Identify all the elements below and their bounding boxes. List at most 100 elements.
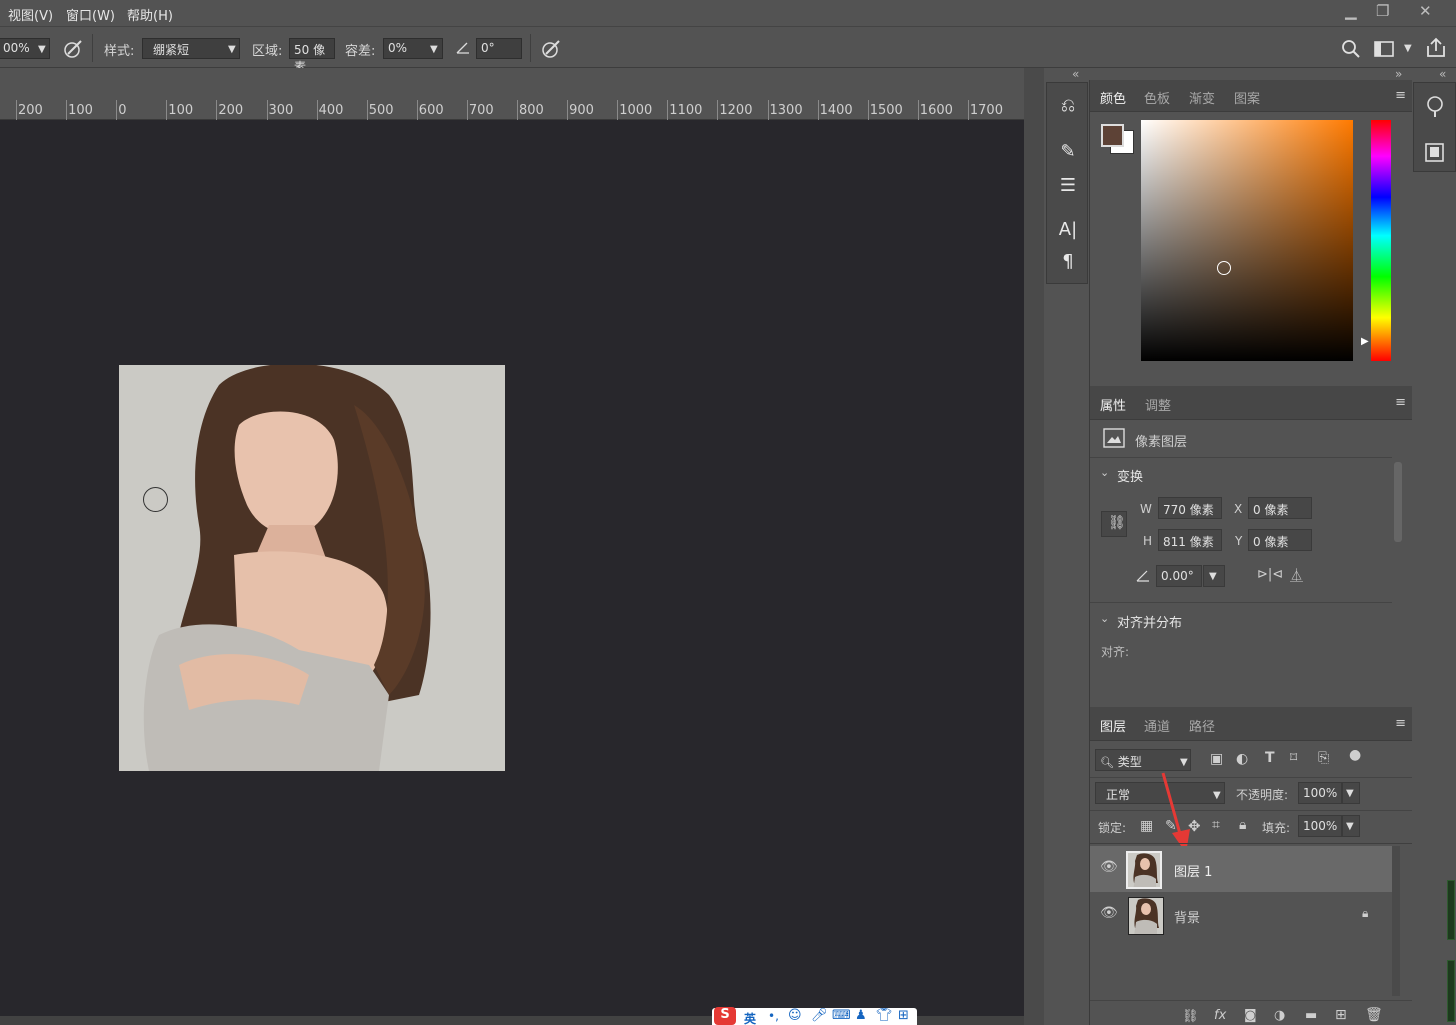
ruler-tick-line bbox=[767, 100, 769, 120]
width-field[interactable]: 770 像素 bbox=[1158, 497, 1222, 519]
opacity-field[interactable]: 100% bbox=[1298, 782, 1342, 804]
layer-name[interactable]: 背景 bbox=[1174, 907, 1200, 926]
hue-slider[interactable] bbox=[1371, 120, 1391, 361]
tab-adjustments[interactable]: 调整 bbox=[1145, 395, 1171, 414]
ime-voice-icon[interactable]: 🎤︎ bbox=[811, 1008, 828, 1023]
x-field[interactable]: 0 像素 bbox=[1248, 497, 1312, 519]
close-button[interactable]: ✕ bbox=[1419, 2, 1432, 20]
adjustment-layer-icon[interactable]: ◑ bbox=[1274, 1008, 1285, 1023]
ruler-tick-line bbox=[366, 100, 368, 120]
collapse-left-icon[interactable]: « bbox=[1439, 67, 1446, 81]
tab-channels[interactable]: 通道 bbox=[1144, 716, 1170, 735]
history-icon[interactable]: ⎌ bbox=[1056, 95, 1080, 116]
flip-horizontal-icon[interactable]: ⊳|⊲ bbox=[1257, 567, 1283, 582]
character-icon[interactable]: A| bbox=[1056, 219, 1080, 240]
tab-paths[interactable]: 路径 bbox=[1189, 716, 1215, 735]
ime-language[interactable]: 英 bbox=[744, 1010, 756, 1025]
menu-help[interactable]: 帮助(H) bbox=[127, 5, 173, 24]
pressure-icon[interactable] bbox=[540, 38, 562, 60]
brush-settings-icon[interactable]: ✎ bbox=[1056, 141, 1080, 162]
layer-filter-select[interactable]: 🔍︎ 类型 bbox=[1095, 749, 1191, 771]
layer-row[interactable]: 👁︎ 图层 1 bbox=[1090, 846, 1392, 892]
share-icon[interactable] bbox=[1425, 37, 1447, 59]
foreground-swatch[interactable] bbox=[1101, 124, 1124, 147]
ime-logo-icon[interactable]: S bbox=[714, 1007, 736, 1025]
layer-thumbnail bbox=[1128, 897, 1164, 935]
restore-button[interactable]: ❐ bbox=[1376, 2, 1389, 20]
color-field[interactable] bbox=[1141, 120, 1353, 361]
tab-color[interactable]: 颜色 bbox=[1100, 88, 1126, 107]
filter-toggle-icon[interactable]: ● bbox=[1349, 747, 1361, 763]
color-picker-cursor[interactable] bbox=[1217, 261, 1231, 275]
trash-icon[interactable]: 🗑︎ bbox=[1365, 1007, 1383, 1023]
ime-grid-icon[interactable]: ⊞ bbox=[898, 1008, 909, 1023]
panel-menu-icon[interactable]: ≡ bbox=[1395, 88, 1406, 103]
tab-swatches[interactable]: 色板 bbox=[1144, 88, 1170, 107]
layer-row[interactable]: 👁︎ 背景 🔒︎ bbox=[1090, 892, 1392, 938]
chevron-down-icon[interactable]: ⌄ bbox=[1100, 466, 1109, 479]
menu-window[interactable]: 窗口(W) bbox=[66, 5, 115, 24]
fx-icon[interactable]: fx bbox=[1214, 1008, 1226, 1023]
y-field[interactable]: 0 像素 bbox=[1248, 529, 1312, 551]
filter-smart-object-icon[interactable]: ⎘ bbox=[1318, 750, 1329, 766]
lock-all-icon[interactable]: 🔒︎ bbox=[1239, 817, 1246, 833]
link-layers-icon[interactable]: ⛓ bbox=[1182, 1009, 1199, 1024]
search-icon[interactable] bbox=[1341, 39, 1361, 59]
tab-layers[interactable]: 图层 bbox=[1100, 716, 1126, 735]
visibility-eye-icon[interactable]: 👁︎ bbox=[1100, 859, 1118, 875]
opacity-dropdown[interactable]: ▼ bbox=[1342, 782, 1360, 804]
rotation-dropdown[interactable]: ▼ bbox=[1203, 565, 1225, 587]
tab-properties[interactable]: 属性 bbox=[1100, 395, 1126, 414]
visibility-eye-icon[interactable]: 👁︎ bbox=[1100, 905, 1118, 921]
ime-user-icon[interactable]: ♟ bbox=[855, 1008, 867, 1023]
filter-adjustment-icon[interactable]: ◐ bbox=[1236, 751, 1248, 767]
lock-transparent-icon[interactable]: ▦ bbox=[1140, 818, 1153, 834]
vertical-scrollbar[interactable] bbox=[1024, 68, 1044, 1025]
paragraph-icon[interactable]: ¶ bbox=[1056, 251, 1080, 272]
filter-shape-icon[interactable]: ⌑ bbox=[1290, 750, 1297, 766]
layer-name[interactable]: 图层 1 bbox=[1174, 861, 1212, 880]
ime-punct-icon[interactable]: •, bbox=[768, 1009, 779, 1023]
add-mask-icon[interactable]: ◙ bbox=[1244, 1008, 1257, 1023]
fill-field[interactable]: 100% bbox=[1298, 815, 1342, 837]
style-select[interactable]: 绷紧短 bbox=[142, 38, 240, 59]
new-layer-icon[interactable]: ⊞ bbox=[1335, 1007, 1347, 1023]
collapse-right-icon[interactable]: » bbox=[1395, 67, 1402, 81]
new-group-icon[interactable]: ▬ bbox=[1305, 1008, 1317, 1023]
lock-artboard-icon[interactable]: ⌗ bbox=[1212, 817, 1220, 833]
libraries-icon[interactable] bbox=[1425, 143, 1445, 163]
flip-vertical-icon[interactable]: ⏅ bbox=[1290, 565, 1303, 584]
workspace-icon[interactable] bbox=[1374, 41, 1396, 57]
menu-view[interactable]: 视图(V) bbox=[8, 5, 53, 24]
properties-scrollbar[interactable] bbox=[1394, 462, 1402, 542]
hue-slider-handle[interactable]: ▶ bbox=[1361, 336, 1369, 347]
lightbulb-icon[interactable] bbox=[1425, 95, 1445, 119]
adjust-sliders-icon[interactable]: ☰ bbox=[1056, 175, 1080, 196]
minimize-button[interactable]: ▁ bbox=[1345, 2, 1357, 20]
panel-menu-icon[interactable]: ≡ bbox=[1395, 716, 1406, 731]
rotation-field[interactable]: 0.00° bbox=[1156, 565, 1202, 587]
ruler-tick-line bbox=[617, 100, 619, 120]
ime-skin-icon[interactable]: 👕︎ bbox=[876, 1008, 893, 1023]
tab-patterns[interactable]: 图案 bbox=[1234, 88, 1260, 107]
align-title[interactable]: 对齐并分布 bbox=[1117, 612, 1182, 631]
filter-type-icon[interactable]: T bbox=[1265, 750, 1275, 766]
collapse-left-icon[interactable]: « bbox=[1072, 67, 1079, 81]
ime-keyboard-icon[interactable]: ⌨ bbox=[832, 1008, 851, 1023]
ime-emoji-icon[interactable]: ☺ bbox=[788, 1008, 802, 1023]
chevron-down-icon[interactable]: ▼ bbox=[38, 44, 46, 55]
brush-settings-icon[interactable] bbox=[62, 38, 84, 60]
filter-pixel-icon[interactable]: ▣ bbox=[1210, 751, 1223, 767]
angle-field[interactable]: 0° bbox=[476, 38, 522, 59]
link-icon[interactable]: ⛓ bbox=[1101, 511, 1127, 537]
tab-gradients[interactable]: 渐变 bbox=[1189, 88, 1215, 107]
height-field[interactable]: 811 像素 bbox=[1158, 529, 1222, 551]
transform-title[interactable]: 变换 bbox=[1117, 466, 1143, 485]
area-field[interactable]: 50 像素 bbox=[289, 38, 335, 74]
chevron-down-icon[interactable]: ⌄ bbox=[1100, 612, 1109, 625]
panel-menu-icon[interactable]: ≡ bbox=[1395, 395, 1406, 410]
canvas-image[interactable] bbox=[119, 365, 505, 771]
chevron-down-icon[interactable]: ▼ bbox=[1404, 43, 1412, 54]
layers-scrollbar[interactable] bbox=[1392, 846, 1400, 996]
fill-dropdown[interactable]: ▼ bbox=[1342, 815, 1360, 837]
